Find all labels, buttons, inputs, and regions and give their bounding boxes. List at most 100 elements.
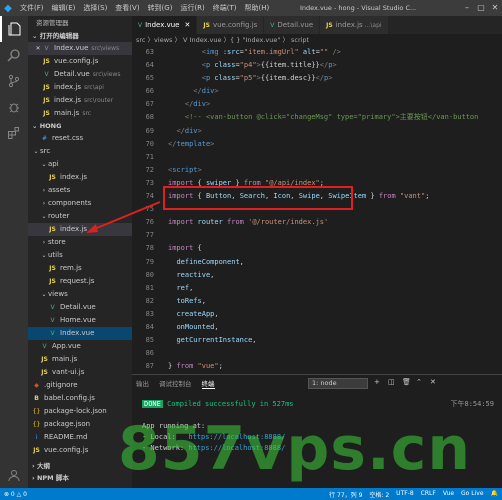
npm-scripts-section[interactable]: › NPM 脚本 [28, 472, 132, 484]
tree-file[interactable]: V Detail.vue [28, 301, 132, 314]
language-mode[interactable]: Vue [443, 490, 454, 499]
add-terminal-icon[interactable]: + [374, 378, 380, 386]
editor-tab[interactable]: JS index.js ...\api [320, 16, 389, 34]
line-number: 72 [145, 165, 154, 174]
item-label: package.json [44, 420, 91, 428]
menu-item[interactable]: 编辑(E) [48, 3, 80, 13]
tree-file[interactable]: JS index.js [28, 223, 132, 236]
item-label: App.vue [52, 342, 81, 350]
chevron-up-icon[interactable]: ⌃ [416, 378, 422, 386]
bell-icon[interactable]: 🔔 [491, 490, 498, 499]
open-editor-item[interactable]: JS index.js src\api [28, 81, 132, 94]
tree-file[interactable]: V Home.vue [28, 314, 132, 327]
account-icon[interactable] [0, 462, 28, 488]
tree-file[interactable]: ◆ .gitignore [28, 379, 132, 392]
line-number: 74 [145, 192, 154, 201]
outline-section[interactable]: › 大纲 [28, 460, 132, 472]
tree-file[interactable]: # reset.css [28, 132, 132, 145]
tree-file[interactable]: V Index.vue [28, 327, 132, 340]
open-editor-item[interactable]: V Detail.vue src\views [28, 68, 132, 81]
panel-tab[interactable]: 终端 [201, 378, 215, 389]
menu-item[interactable]: 选择(S) [79, 3, 111, 13]
item-label: Detail.vue [60, 303, 96, 311]
tree-file[interactable]: JS rem.js [28, 262, 132, 275]
tree-file[interactable]: JS request.js [28, 275, 132, 288]
local-url-link[interactable]: https://localhost:8888/ [188, 433, 285, 441]
code-view[interactable]: 63 <img :src="item.imgUrl" alt="" /> 64 <… [132, 46, 502, 386]
source-control-icon[interactable] [0, 68, 28, 94]
open-editor-item[interactable]: JS index.js src\router [28, 94, 132, 107]
encoding-setting[interactable]: UTF-8 [396, 490, 414, 499]
tree-file[interactable]: JS main.js [28, 353, 132, 366]
go-live-button[interactable]: Go Live [461, 490, 483, 499]
split-terminal-icon[interactable]: ◫ [388, 378, 395, 386]
open-editor-item[interactable]: ✕ V Index.vue src\views [28, 42, 132, 55]
open-editor-item[interactable]: JS vue.config.js [28, 55, 132, 68]
md-file-icon: i [35, 434, 38, 441]
tree-file[interactable]: JS index.js [28, 171, 132, 184]
debug-icon[interactable] [0, 94, 28, 120]
panel-tab[interactable]: 调试控制台 [159, 378, 192, 388]
open-editor-item[interactable]: JS main.js src [28, 107, 132, 120]
problems-indicator[interactable]: ⊗ 0 △ 0 [4, 491, 27, 498]
cursor-position[interactable]: 行 77，列 9 [329, 490, 362, 499]
chevron-icon: ⌄ [41, 213, 47, 220]
tree-folder[interactable]: › assets [28, 184, 132, 197]
close-icon[interactable]: ✕ [185, 21, 191, 29]
item-label: api [48, 160, 59, 168]
menu-item[interactable]: 文件(F) [16, 3, 48, 13]
eol-setting[interactable]: CRLF [421, 490, 436, 499]
line-number: 64 [145, 61, 154, 70]
line-number: 79 [145, 257, 154, 266]
menu-item[interactable]: 运行(R) [176, 3, 208, 13]
line-number: 63 [145, 48, 154, 56]
maximize-icon[interactable]: ▢ [474, 0, 488, 16]
close-window-icon[interactable]: ✕ [488, 0, 502, 16]
tree-file[interactable]: Bbabel.config.js [28, 392, 132, 405]
menu-item[interactable]: 查看(V) [111, 3, 143, 13]
tree-folder[interactable]: ⌄ utils [28, 249, 132, 262]
close-panel-icon[interactable]: ✕ [430, 378, 436, 386]
tree-file[interactable]: {} package.json [28, 418, 132, 431]
trash-icon[interactable]: 🗑 [402, 378, 411, 386]
tree-folder[interactable]: ⌄ router [28, 210, 132, 223]
tree-file[interactable]: V App.vue [28, 340, 132, 353]
line-text: </div> [184, 100, 211, 109]
tree-folder[interactable]: ⌄ src [28, 145, 132, 158]
tree-file[interactable]: {} package-lock.json [28, 405, 132, 418]
js-file-icon: JS [49, 278, 56, 285]
tree-folder[interactable]: ⌄ views [28, 288, 132, 301]
menu-item[interactable]: 帮助(H) [241, 3, 274, 13]
explorer-icon[interactable] [0, 16, 28, 42]
line-number: 80 [145, 270, 154, 279]
line-number: 69 [145, 126, 154, 135]
bottom-panel: 输出 调试控制台 终端 1: node + ◫ 🗑 ⌃ ✕ DONE Compiled… [132, 374, 502, 488]
item-label: babel.config.js [44, 394, 95, 402]
indent-setting[interactable]: 空格: 2 [369, 490, 389, 499]
panel-tab[interactable]: 输出 [136, 378, 149, 388]
open-editors-header[interactable]: ⌄ 打开的编辑器 [28, 30, 132, 42]
terminal-select[interactable]: 1: node [308, 378, 368, 389]
tree-folder[interactable]: › store [28, 236, 132, 249]
breadcrumb[interactable]: src 〉views 〉 V Index.vue 〉{ } "Index.vue… [132, 34, 502, 46]
editor-tab[interactable]: JS vue.config.js [197, 16, 265, 34]
tree-folder[interactable]: ⌄ api [28, 158, 132, 171]
tree-folder[interactable]: › components [28, 197, 132, 210]
network-url-link[interactable]: https://localhost:8888/ [188, 444, 285, 452]
menu-item[interactable]: 终端(T) [209, 3, 241, 13]
line-text: <p class="p4">{{item.title}}</p> [201, 61, 337, 70]
close-icon[interactable]: ✕ [34, 42, 42, 55]
minimize-icon[interactable]: – [460, 0, 474, 16]
terminal-time: 下午8:54:59 [450, 400, 494, 408]
tree-file[interactable]: JS vant-ui.js [28, 366, 132, 379]
editor-tab[interactable]: V Detail.vue [264, 16, 321, 34]
search-icon[interactable] [0, 42, 28, 68]
editor-tab[interactable]: V Index.vue ✕ [132, 16, 198, 34]
tree-file[interactable]: i README.md [28, 431, 132, 444]
project-header[interactable]: ⌄ HONG [28, 120, 132, 132]
line-text [154, 229, 168, 242]
menu-item[interactable]: 转到(G) [144, 3, 177, 13]
open-editors-list: ✕ V Index.vue src\views JS vue.config.js V Deta… [28, 42, 132, 120]
tree-file[interactable]: JS vue.config.js [28, 444, 132, 457]
extensions-icon[interactable] [0, 120, 28, 146]
